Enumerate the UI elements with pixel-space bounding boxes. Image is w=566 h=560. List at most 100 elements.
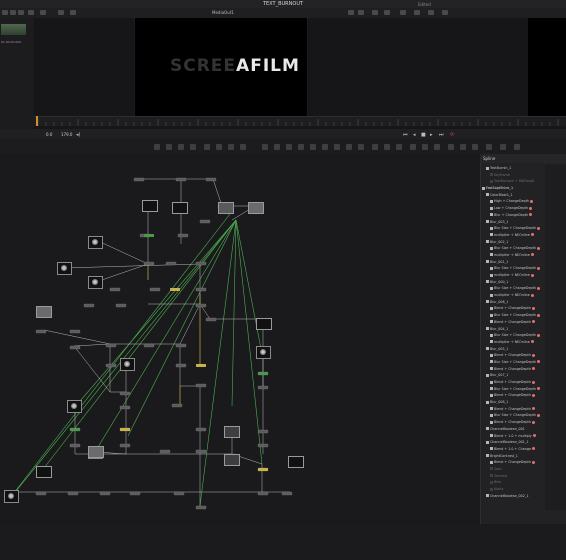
spline-graph[interactable] [545, 165, 566, 510]
node-tool-icon[interactable] [228, 144, 234, 150]
play-icon[interactable]: ▸ [430, 132, 433, 138]
spline-item[interactable]: Alpha [482, 486, 544, 493]
checkbox-icon[interactable] [486, 327, 489, 330]
node-tile[interactable] [256, 318, 272, 330]
node-tile[interactable] [224, 454, 240, 466]
node-thumbnail[interactable] [88, 236, 103, 249]
checkbox-icon[interactable] [490, 266, 493, 270]
spline-item[interactable]: BrightContrast_1 [482, 453, 544, 460]
node-tool-icon[interactable] [298, 144, 304, 150]
checkbox-icon[interactable] [490, 474, 493, 478]
spline-item[interactable]: ChannelBoolean_001_1 [482, 439, 544, 446]
viewer-left-area[interactable] [34, 18, 134, 116]
checkbox-icon[interactable] [486, 220, 489, 223]
checkbox-icon[interactable] [486, 280, 489, 284]
go-to-start-icon[interactable]: ⏮ [403, 132, 408, 138]
node-tile[interactable] [36, 466, 52, 478]
keyframe-dot-icon[interactable] [531, 353, 535, 357]
keyframe-dot-icon[interactable] [536, 413, 540, 417]
checkbox-icon[interactable] [486, 240, 489, 244]
checkbox-icon[interactable] [486, 454, 489, 458]
keyframe-dot-icon[interactable] [531, 320, 535, 324]
checkbox-icon[interactable] [490, 313, 493, 317]
keyframe-dot-icon[interactable] [531, 393, 535, 397]
keyframe-dot-icon[interactable] [530, 293, 534, 297]
keyframe-dot-icon[interactable] [531, 447, 535, 451]
node-tile[interactable] [288, 456, 304, 468]
channel-icon[interactable] [58, 10, 64, 15]
more-icon[interactable] [28, 10, 34, 15]
node-tool-icon[interactable] [166, 144, 172, 150]
checkbox-icon[interactable] [486, 347, 489, 351]
spline-item[interactable]: Blur_003_1 [482, 219, 544, 226]
checkbox-icon[interactable] [490, 434, 493, 437]
spline-item[interactable]: Gain [482, 466, 544, 473]
node-tool-icon[interactable] [262, 144, 268, 150]
spline-item[interactable]: Blur Size + ChangeDepth [482, 225, 544, 232]
node-tool-icon[interactable] [472, 144, 478, 150]
checkbox-icon[interactable] [490, 246, 493, 250]
checkbox-icon[interactable] [490, 233, 493, 237]
spline-item[interactable]: Blur_006_1 [482, 299, 544, 306]
checkbox-icon[interactable] [490, 320, 493, 324]
node-tile[interactable] [218, 202, 234, 214]
spline-item[interactable]: Blur_008_1 [482, 399, 544, 406]
keyframe-dot-icon[interactable] [530, 233, 534, 237]
spline-item[interactable]: TextBurnIn_1 [482, 165, 544, 172]
checkbox-icon[interactable] [490, 199, 493, 203]
checkbox-icon[interactable] [490, 387, 493, 391]
spline-item[interactable]: ChannelBoolean_002_1 [482, 493, 544, 500]
spline-item[interactable]: High + ChangeDepth [482, 198, 544, 205]
spline-item[interactable]: ColorBlast1_1 [482, 192, 544, 199]
checkbox-icon[interactable] [486, 400, 489, 404]
safe-area-icon[interactable] [358, 10, 364, 15]
checkbox-icon[interactable] [490, 353, 493, 357]
spline-item[interactable]: Blur_000_1 [482, 279, 544, 286]
node-thumbnail[interactable] [57, 262, 72, 275]
spline-item[interactable]: Blur Size + ChangeDepth [482, 332, 544, 339]
audio-icon[interactable]: ◂) [76, 132, 80, 138]
checkbox-icon[interactable] [486, 166, 489, 170]
spline-item[interactable]: multiplier + NEOnline [482, 252, 544, 259]
node-tool-icon[interactable] [322, 144, 328, 150]
node-tool-icon[interactable] [396, 144, 402, 150]
spline-item[interactable]: Blur_005_1 [482, 346, 544, 353]
spline-item[interactable]: Blend + ChangeDepth [482, 406, 544, 413]
checkbox-icon[interactable] [490, 360, 493, 364]
node-tool-icon[interactable] [514, 144, 520, 150]
second-viewer[interactable] [528, 18, 566, 116]
view-mode-icon[interactable] [40, 10, 46, 15]
spline-item[interactable]: Blend + ChangeDepth [482, 459, 544, 466]
node-tool-icon[interactable] [372, 144, 378, 150]
checkbox-icon[interactable] [490, 333, 493, 337]
checkbox-icon[interactable] [490, 226, 493, 230]
checkbox-icon[interactable] [490, 213, 493, 217]
keyframe-dot-icon[interactable] [536, 360, 540, 364]
spline-item[interactable]: Blur Size + ChangeDepth [482, 285, 544, 292]
options-icon[interactable] [414, 10, 420, 15]
spline-item[interactable]: Blur_001_1 [482, 259, 544, 266]
checkbox-icon[interactable] [486, 300, 489, 304]
checkbox-icon[interactable] [486, 440, 489, 444]
spline-item[interactable]: Gamma [482, 473, 544, 480]
checkbox-icon[interactable] [486, 494, 489, 498]
node-tool-icon[interactable] [434, 144, 440, 150]
node-thumbnail[interactable] [120, 358, 135, 371]
node-tool-icon[interactable] [384, 144, 390, 150]
checkbox-icon[interactable] [486, 427, 489, 431]
node-thumbnail[interactable] [256, 346, 271, 359]
node-tool-icon[interactable] [334, 144, 340, 150]
node-tool-icon[interactable] [190, 144, 196, 150]
node-tool-icon[interactable] [358, 144, 364, 150]
spline-item[interactable]: Blend + ChangeDepth [482, 419, 544, 426]
checkbox-icon[interactable] [490, 407, 493, 411]
spline-item[interactable]: Blur Size + ChangeDepth [482, 312, 544, 319]
checkbox-icon[interactable] [490, 420, 493, 424]
stop-icon[interactable]: ■ [421, 132, 426, 138]
node-tile[interactable] [36, 306, 52, 318]
keyframe-dot-icon[interactable] [531, 460, 535, 464]
node-thumbnail[interactable] [67, 400, 82, 413]
layout-icon[interactable] [2, 10, 8, 15]
checkbox-icon[interactable] [482, 186, 485, 190]
checkbox-icon[interactable] [490, 293, 493, 297]
